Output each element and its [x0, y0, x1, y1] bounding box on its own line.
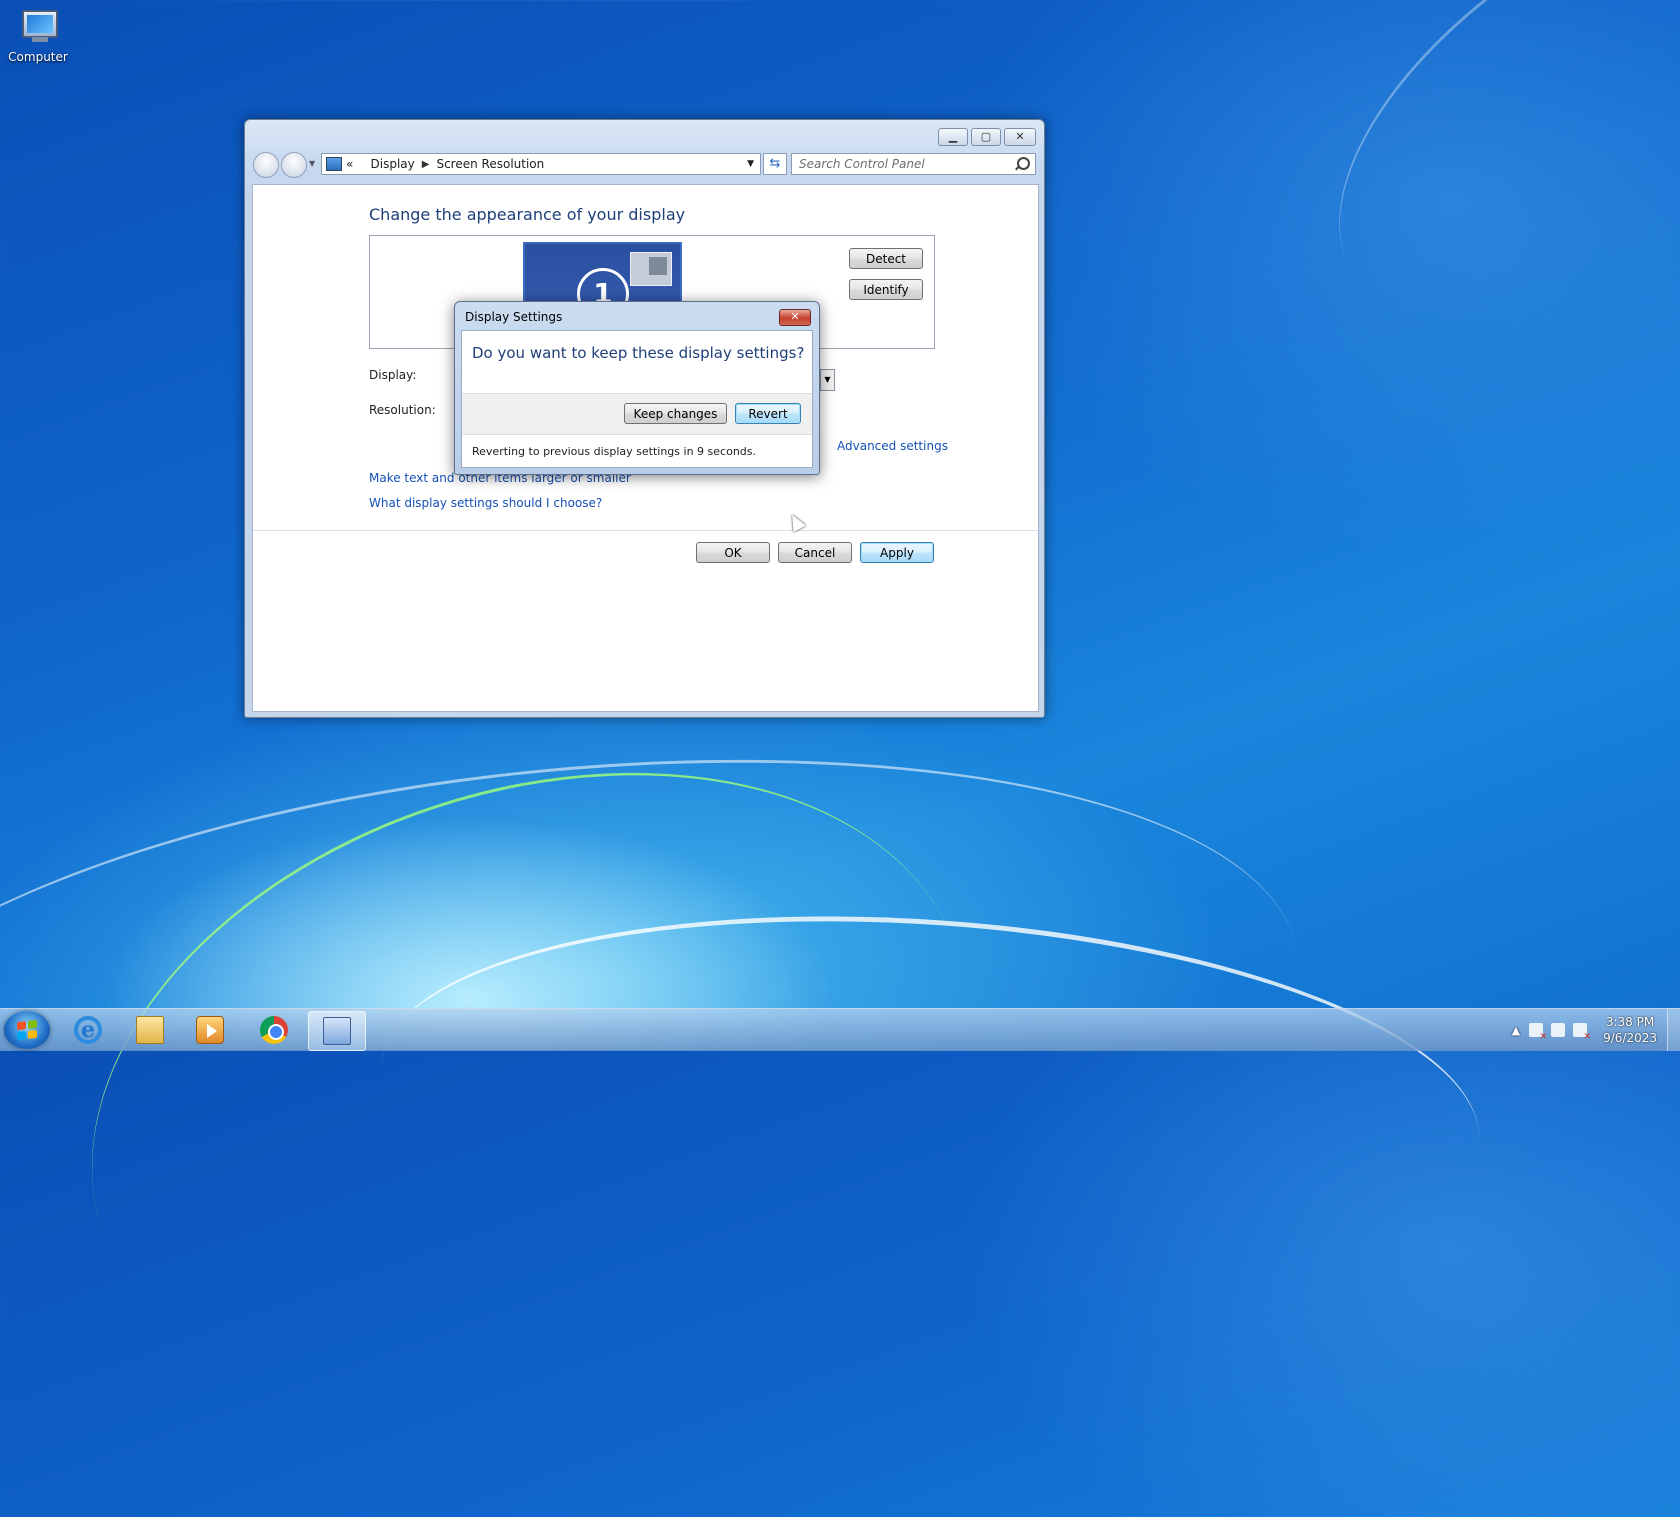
action-center-icon[interactable]	[1529, 1023, 1547, 1042]
minimize-icon: ▁	[948, 130, 958, 143]
minimize-button[interactable]: ▁	[938, 128, 968, 146]
breadcrumb-display[interactable]: Display	[371, 157, 415, 171]
apply-button[interactable]: Apply	[860, 542, 934, 563]
search-input[interactable]: Search Control Panel	[791, 153, 1036, 175]
internet-explorer-icon	[74, 1016, 102, 1044]
breadcrumb-separator-icon[interactable]: ▶	[422, 159, 430, 170]
back-button[interactable]	[253, 152, 279, 178]
advanced-settings-link[interactable]: Advanced settings	[837, 439, 948, 453]
dialog-question: Do you want to keep these display settin…	[472, 344, 805, 362]
address-bar[interactable]: « Display ▶ Screen Resolution ▼	[321, 153, 761, 175]
dialog-title: Display Settings	[465, 310, 563, 324]
desktop-icon-label: Computer	[8, 50, 68, 64]
search-icon[interactable]	[1017, 157, 1030, 170]
address-dropdown-icon[interactable]: ▼	[747, 159, 754, 169]
detect-button[interactable]: Detect	[849, 248, 923, 269]
close-icon: ✕	[790, 310, 800, 323]
display-dropdown-arrow-icon[interactable]: ▼	[820, 369, 835, 391]
breadcrumb-separator-icon	[360, 159, 363, 170]
maximize-button[interactable]: ▢	[971, 128, 1001, 146]
clock-time: 3:38 PM	[1605, 1015, 1655, 1029]
dialog-body: Do you want to keep these display settin…	[461, 330, 813, 468]
taskbar-windows-explorer[interactable]	[122, 1011, 178, 1049]
taskbar-internet-explorer[interactable]	[60, 1011, 116, 1049]
control-panel-icon	[323, 1017, 351, 1045]
volume-muted-icon[interactable]	[1573, 1023, 1591, 1042]
divider	[253, 530, 1038, 531]
windows-logo-icon	[17, 1019, 37, 1041]
display-settings-dialog: Display Settings ✕ Do you want to keep t…	[454, 301, 820, 475]
search-placeholder: Search Control Panel	[799, 157, 925, 171]
desktop-icon-computer[interactable]: Computer	[6, 8, 70, 64]
dialog-close-button[interactable]: ✕	[779, 309, 811, 326]
cancel-button[interactable]: Cancel	[778, 542, 852, 563]
start-button[interactable]	[4, 1011, 50, 1049]
revert-countdown-text: Reverting to previous display settings i…	[472, 445, 756, 458]
resolution-label: Resolution:	[369, 403, 436, 417]
breadcrumb-screen-resolution[interactable]: Screen Resolution	[436, 157, 544, 171]
ok-button[interactable]: OK	[696, 542, 770, 563]
show-hidden-icons-icon[interactable]: ▲	[1512, 1024, 1520, 1037]
taskbar-control-panel[interactable]	[308, 1011, 366, 1051]
clock-date: 9/6/2023	[1603, 1031, 1657, 1045]
recent-pages-dropdown[interactable]: ▼	[309, 159, 315, 168]
system-tray: ▲ 3:38 PM 9/6/2023	[1507, 1009, 1680, 1051]
media-player-icon	[196, 1016, 224, 1044]
revert-button[interactable]: Revert	[735, 403, 801, 424]
maximize-icon: ▢	[980, 130, 992, 143]
page-title: Change the appearance of your display	[369, 205, 686, 224]
close-icon: ✕	[1015, 130, 1025, 143]
network-icon[interactable]	[1551, 1023, 1566, 1037]
taskbar-chrome[interactable]	[246, 1011, 302, 1049]
breadcrumb-overflow[interactable]: «	[346, 157, 353, 171]
clock[interactable]: 3:38 PM 9/6/2023	[1603, 1014, 1657, 1046]
taskbar: ▲ 3:38 PM 9/6/2023	[0, 1008, 1680, 1051]
close-button[interactable]: ✕	[1004, 128, 1036, 146]
control-panel-icon	[326, 157, 342, 171]
chrome-icon	[260, 1016, 288, 1044]
keep-changes-button[interactable]: Keep changes	[624, 403, 727, 424]
dialog-button-band: Keep changes Revert	[462, 393, 812, 435]
navigation-bar: ▼ « Display ▶ Screen Resolution ▼ ⇆ Sear…	[253, 151, 1036, 178]
monitor-window-icon	[630, 252, 672, 286]
display-label: Display:	[369, 368, 417, 382]
taskbar-media-player[interactable]	[182, 1011, 238, 1049]
wallpaper-streak	[1267, 0, 1680, 398]
show-desktop-button[interactable]	[1667, 1009, 1680, 1051]
refresh-button[interactable]: ⇆	[763, 153, 787, 175]
display-help-link[interactable]: What display settings should I choose?	[369, 496, 602, 510]
folder-icon	[136, 1016, 164, 1044]
refresh-icon: ⇆	[769, 156, 781, 171]
computer-icon	[16, 8, 60, 48]
forward-button[interactable]	[281, 152, 307, 178]
identify-button[interactable]: Identify	[849, 279, 923, 300]
